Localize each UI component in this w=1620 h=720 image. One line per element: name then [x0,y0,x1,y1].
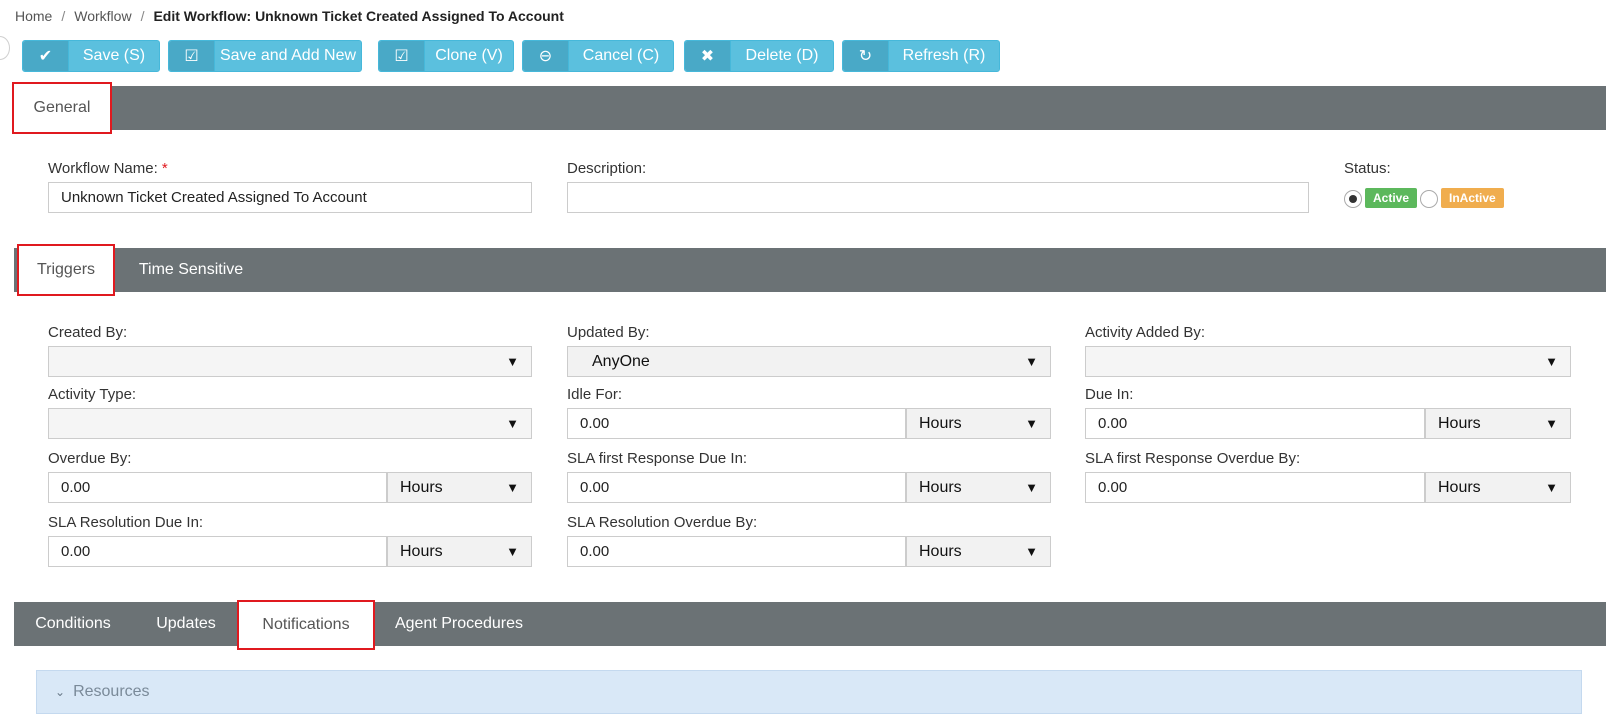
sla-first-response-due-in-label: SLA first Response Due In: [567,450,748,467]
refresh-icon: ↻ [843,41,889,71]
clone-button[interactable]: ☑ Clone (V) [378,40,514,72]
sla-resolution-overdue-by-input[interactable]: 0.00 [567,536,906,567]
save-button[interactable]: ✔ Save (S) [22,40,160,72]
chevron-down-icon: ⌄ [55,685,66,699]
sla-resolution-due-in-unit-select[interactable]: Hours ▼ [387,536,532,567]
chevron-down-icon: ▼ [1025,480,1038,495]
updated-by-label: Updated By: [567,324,650,341]
chevron-down-icon: ▼ [1545,480,1558,495]
checkbox-icon: ☑ [379,41,425,71]
chevron-down-icon: ▼ [506,544,519,559]
sla-first-response-overdue-by-unit-select[interactable]: Hours ▼ [1425,472,1571,503]
breadcrumb: Home / Workflow / Edit Workflow: Unknown… [15,8,564,24]
overdue-by-unit-select[interactable]: Hours ▼ [387,472,532,503]
save-and-add-new-label: Save and Add New [219,47,357,64]
sla-first-response-due-in-unit-value: Hours [919,478,962,496]
clone-button-label: Clone (V) [435,47,503,64]
due-in-unit-value: Hours [1438,414,1481,432]
minus-circle-icon: ⊖ [523,41,569,71]
activity-type-label: Activity Type: [48,386,137,403]
tab-agent-procedures[interactable]: Agent Procedures [388,602,530,646]
overdue-by-input[interactable]: 0.00 [48,472,387,503]
due-in-unit-select[interactable]: Hours ▼ [1425,408,1571,439]
idle-for-input[interactable]: 0.00 [567,408,906,439]
chevron-down-icon: ▼ [506,480,519,495]
due-in-label: Due In: [1085,386,1134,403]
refresh-button-label: Refresh (R) [902,47,986,64]
sla-resolution-overdue-by-unit-value: Hours [919,542,962,560]
cancel-button[interactable]: ⊖ Cancel (C) [522,40,674,72]
chevron-down-icon: ▼ [1545,354,1558,369]
overdue-by-label: Overdue By: [48,450,132,467]
sla-first-response-overdue-by-label: SLA first Response Overdue By: [1085,450,1301,467]
chevron-down-icon: ▼ [506,354,519,369]
close-icon: ✖ [685,41,731,71]
save-button-label: Save (S) [82,47,146,64]
breadcrumb-home[interactable]: Home [15,8,52,24]
due-in-input[interactable]: 0.00 [1085,408,1425,439]
checkbox-icon: ☑ [169,41,215,71]
sla-resolution-due-in-input[interactable]: 0.00 [48,536,387,567]
updated-by-select[interactable]: AnyOne ▼ [567,346,1051,377]
activity-added-by-select[interactable]: ▼ [1085,346,1571,377]
activity-added-by-label: Activity Added By: [1085,324,1206,341]
breadcrumb-separator: / [61,8,66,24]
tab-conditions[interactable]: Conditions [24,602,122,646]
workflow-name-input[interactable]: Unknown Ticket Created Assigned To Accou… [48,182,532,213]
check-icon: ✔ [23,41,69,71]
tab-general[interactable]: General [12,82,112,134]
tab-triggers[interactable]: Triggers [17,244,115,296]
sla-first-response-due-in-input[interactable]: 0.00 [567,472,906,503]
breadcrumb-workflow[interactable]: Workflow [74,8,131,24]
status-label: Status: [1344,160,1391,177]
idle-for-label: Idle For: [567,386,623,403]
collapse-handle[interactable] [0,36,10,60]
updated-by-value: AnyOne [592,352,650,370]
resources-label: Resources [73,683,150,700]
chevron-down-icon: ▼ [1025,354,1038,369]
status-active-radio[interactable] [1344,190,1362,208]
status-active-badge: Active [1365,188,1418,208]
chevron-down-icon: ▼ [506,416,519,431]
created-by-select[interactable]: ▼ [48,346,532,377]
sla-first-response-overdue-by-unit-value: Hours [1438,478,1481,496]
status-inactive-radio[interactable] [1420,190,1438,208]
sla-first-response-due-in-unit-select[interactable]: Hours ▼ [906,472,1051,503]
resources-panel-header[interactable]: ⌄ Resources [36,670,1582,714]
created-by-label: Created By: [48,324,128,341]
breadcrumb-separator: / [140,8,145,24]
general-tab-bar [14,86,1606,130]
chevron-down-icon: ▼ [1025,544,1038,559]
save-and-add-new-button[interactable]: ☑ Save and Add New [168,40,362,72]
delete-button[interactable]: ✖ Delete (D) [684,40,834,72]
idle-for-unit-value: Hours [919,414,962,432]
activity-type-select[interactable]: ▼ [48,408,532,439]
tab-notifications[interactable]: Notifications [237,600,375,650]
description-label: Description: [567,160,647,177]
sla-resolution-overdue-by-label: SLA Resolution Overdue By: [567,514,758,531]
description-input[interactable] [567,182,1309,213]
sla-resolution-overdue-by-unit-select[interactable]: Hours ▼ [906,536,1051,567]
sla-first-response-overdue-by-input[interactable]: 0.00 [1085,472,1425,503]
sla-resolution-due-in-unit-value: Hours [400,542,443,560]
required-mark: * [161,160,168,177]
overdue-by-unit-value: Hours [400,478,443,496]
status-inactive-badge: InActive [1441,188,1504,208]
chevron-down-icon: ▼ [1545,416,1558,431]
refresh-button[interactable]: ↻ Refresh (R) [842,40,1000,72]
tab-updates[interactable]: Updates [146,602,226,646]
idle-for-unit-select[interactable]: Hours ▼ [906,408,1051,439]
sla-resolution-due-in-label: SLA Resolution Due In: [48,514,204,531]
cancel-button-label: Cancel (C) [582,47,660,64]
tab-time-sensitive[interactable]: Time Sensitive [126,248,256,292]
workflow-name-label: Workflow Name: * [48,160,168,177]
delete-button-label: Delete (D) [745,47,819,64]
breadcrumb-current: Edit Workflow: Unknown Ticket Created As… [153,8,564,24]
chevron-down-icon: ▼ [1025,416,1038,431]
